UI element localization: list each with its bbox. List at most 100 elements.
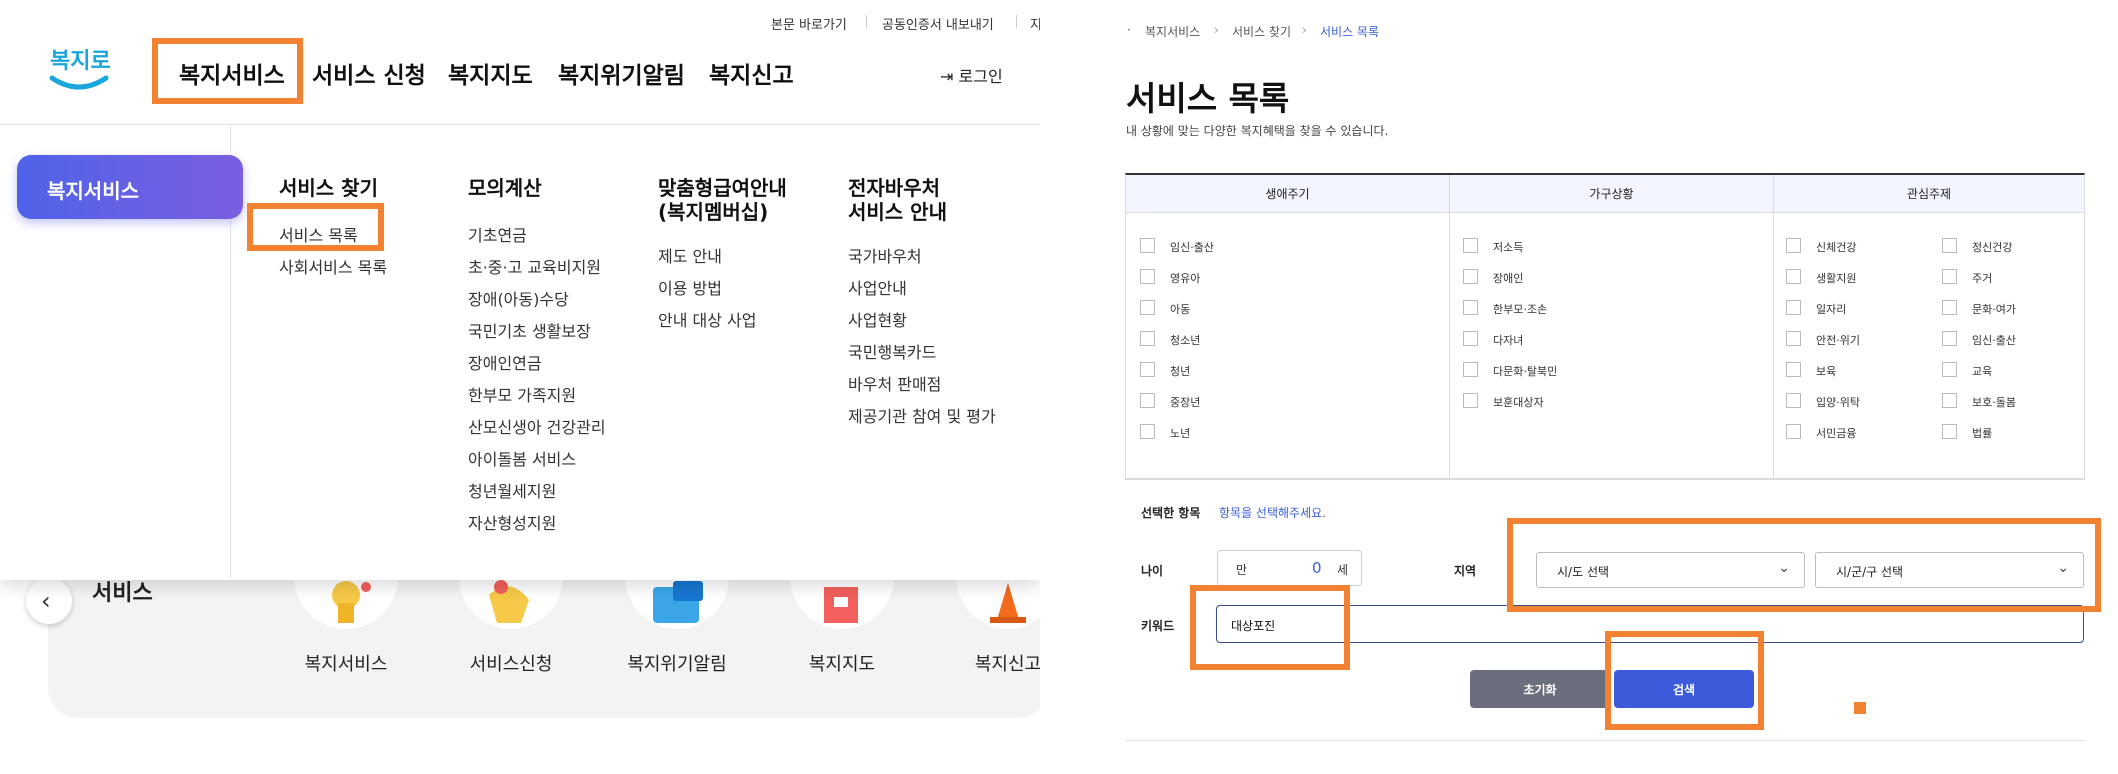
menu-heading-e-voucher[interactable]: 전자바우처 [848, 176, 940, 200]
menu-item[interactable]: 국가바우처 [848, 243, 922, 267]
checkbox-life-cycle[interactable] [1140, 362, 1155, 377]
checkbox-label: 청년 [1170, 365, 1191, 378]
gnb-service-apply[interactable]: 서비스 신청 [312, 56, 426, 90]
checkbox-life-cycle[interactable] [1140, 238, 1155, 253]
breadcrumb-home-dot: · [1127, 23, 1131, 37]
menu-item[interactable]: 제공기관 참여 및 평가 [848, 403, 996, 427]
checkbox-interest[interactable] [1942, 393, 1957, 408]
menu-item[interactable]: 제도 안내 [658, 243, 722, 267]
checkbox-interest[interactable] [1942, 424, 1957, 439]
checkbox-interest[interactable] [1942, 331, 1957, 346]
checkbox-interest[interactable] [1942, 300, 1957, 315]
checkbox-interest[interactable] [1786, 424, 1801, 439]
utility-link-truncated[interactable]: 지 [1030, 14, 1040, 33]
service-label: 서비스신청 [469, 654, 553, 675]
logo-mark-icon: 복지로 [49, 49, 111, 90]
menu-item-social-service-list[interactable]: 사회서비스 목록 [279, 254, 387, 278]
menu-item[interactable]: 청년월세지원 [468, 478, 556, 502]
menu-item[interactable]: 장애(아동)수당 [468, 286, 569, 310]
menu-item[interactable]: 아이돌봄 서비스 [468, 446, 576, 470]
highlight-marker [1854, 702, 1866, 714]
mega-menu-active-category[interactable]: 복지서비스 [17, 155, 243, 219]
menu-heading-custom-benefit[interactable]: 맞춤형급여안내 [658, 176, 787, 200]
checkbox-label: 보육 [1816, 365, 1837, 378]
highlight-keyword-input [1190, 585, 1350, 670]
checkbox-interest[interactable] [1786, 393, 1801, 408]
checkbox-interest[interactable] [1942, 362, 1957, 377]
menu-item[interactable]: 산모신생아 건강관리 [468, 414, 606, 438]
page-bottom-divider [1125, 740, 2085, 741]
menu-item[interactable]: 기초연금 [468, 222, 527, 246]
gnb-crisis-alert[interactable]: 복지위기알림 [558, 56, 685, 90]
age-value[interactable]: 0 [1312, 559, 1322, 577]
checkbox-life-cycle[interactable] [1140, 300, 1155, 315]
menu-item[interactable]: 바우처 판매점 [848, 371, 941, 395]
filter-header-interest: 관심주제 [1774, 175, 2084, 213]
page-subtitle: 내 상황에 맞는 다양한 복지혜택을 찾을 수 있습니다. [1126, 124, 1389, 138]
service-label: 복지위기알림 [627, 654, 727, 675]
menu-heading-e-voucher-sub[interactable]: 서비스 안내 [848, 200, 947, 224]
reset-button[interactable]: 초기화 [1470, 670, 1610, 708]
services-prev-button[interactable]: ‹ [26, 578, 72, 624]
menu-item[interactable]: 한부모 가족지원 [468, 382, 576, 406]
menu-item[interactable]: 초·중·고 교육비지원 [468, 254, 601, 278]
page-title: 서비스 목록 [1126, 79, 1290, 118]
menu-heading-find-service[interactable]: 서비스 찾기 [279, 176, 378, 200]
checkbox-interest[interactable] [1942, 238, 1957, 253]
checkbox-household[interactable] [1463, 238, 1478, 253]
bokjiro-home-panel: 본문 바로가기 공동인증서 내보내기 지 복지로 복지서비스 서비스 신청 복지… [0, 0, 1040, 774]
utility-divider [1016, 15, 1017, 28]
svg-text:복지로: 복지로 [50, 49, 111, 74]
checkbox-interest[interactable] [1942, 269, 1957, 284]
checkbox-label: 생활지원 [1816, 272, 1857, 285]
gnb-welfare-map[interactable]: 복지지도 [448, 56, 533, 90]
highlight-search-button [1605, 631, 1764, 730]
checkbox-life-cycle[interactable] [1140, 424, 1155, 439]
checkbox-label: 입양·위탁 [1816, 396, 1860, 409]
login-button[interactable]: ⇥ 로그인 [940, 63, 1003, 87]
highlight-region-select [1507, 518, 2101, 612]
checkbox-interest[interactable] [1786, 238, 1801, 253]
checkbox-life-cycle[interactable] [1140, 331, 1155, 346]
checkbox-life-cycle[interactable] [1140, 393, 1155, 408]
checkbox-interest[interactable] [1786, 300, 1801, 315]
checkbox-household[interactable] [1463, 300, 1478, 315]
breadcrumb-separator-icon: › [1214, 23, 1219, 37]
menu-item[interactable]: 장애인연금 [468, 350, 542, 374]
menu-item[interactable]: 사업현황 [848, 307, 907, 331]
checkbox-interest[interactable] [1786, 269, 1801, 284]
region-label: 지역 [1454, 564, 1477, 578]
active-category-label: 복지서비스 [47, 179, 139, 203]
menu-item[interactable]: 이용 방법 [658, 275, 722, 299]
checkbox-interest[interactable] [1786, 331, 1801, 346]
skip-to-content-link[interactable]: 본문 바로가기 [771, 14, 847, 33]
service-label: 복지지도 [808, 654, 876, 675]
checkbox-household[interactable] [1463, 269, 1478, 284]
highlight-service-list [247, 203, 384, 251]
menu-item[interactable]: 국민기초 생활보장 [468, 318, 591, 342]
checkbox-interest[interactable] [1786, 362, 1801, 377]
checkbox-household[interactable] [1463, 393, 1478, 408]
checkbox-label: 보훈대상자 [1493, 396, 1544, 409]
age-input[interactable]: 만 0 세 [1217, 550, 1362, 586]
menu-heading-simulation[interactable]: 모의계산 [468, 176, 542, 200]
checkbox-household[interactable] [1463, 331, 1478, 346]
checkbox-label: 보호·돌봄 [1972, 396, 2016, 409]
checkbox-life-cycle[interactable] [1140, 269, 1155, 284]
menu-item[interactable]: 국민행복카드 [848, 339, 936, 363]
checkbox-label: 교육 [1972, 365, 1993, 378]
filter-table [1125, 173, 2085, 479]
export-certificate-link[interactable]: 공동인증서 내보내기 [882, 14, 994, 33]
checkbox-label: 일자리 [1816, 303, 1847, 316]
checkbox-household[interactable] [1463, 362, 1478, 377]
checkbox-label: 한부모·조손 [1493, 303, 1548, 316]
bokjiro-logo[interactable]: 복지로 [44, 38, 114, 98]
breadcrumb-item[interactable]: 서비스 찾기 [1232, 23, 1291, 40]
breadcrumb-item[interactable]: 복지서비스 [1145, 23, 1200, 40]
menu-item[interactable]: 안내 대상 사업 [658, 307, 757, 331]
menu-heading-custom-benefit-sub[interactable]: (복지멤버십) [658, 200, 768, 224]
gnb-welfare-report[interactable]: 복지신고 [709, 56, 794, 90]
menu-item[interactable]: 사업안내 [848, 275, 907, 299]
checkbox-label: 임신·출산 [1972, 334, 2016, 347]
menu-item[interactable]: 자산형성지원 [468, 510, 556, 534]
